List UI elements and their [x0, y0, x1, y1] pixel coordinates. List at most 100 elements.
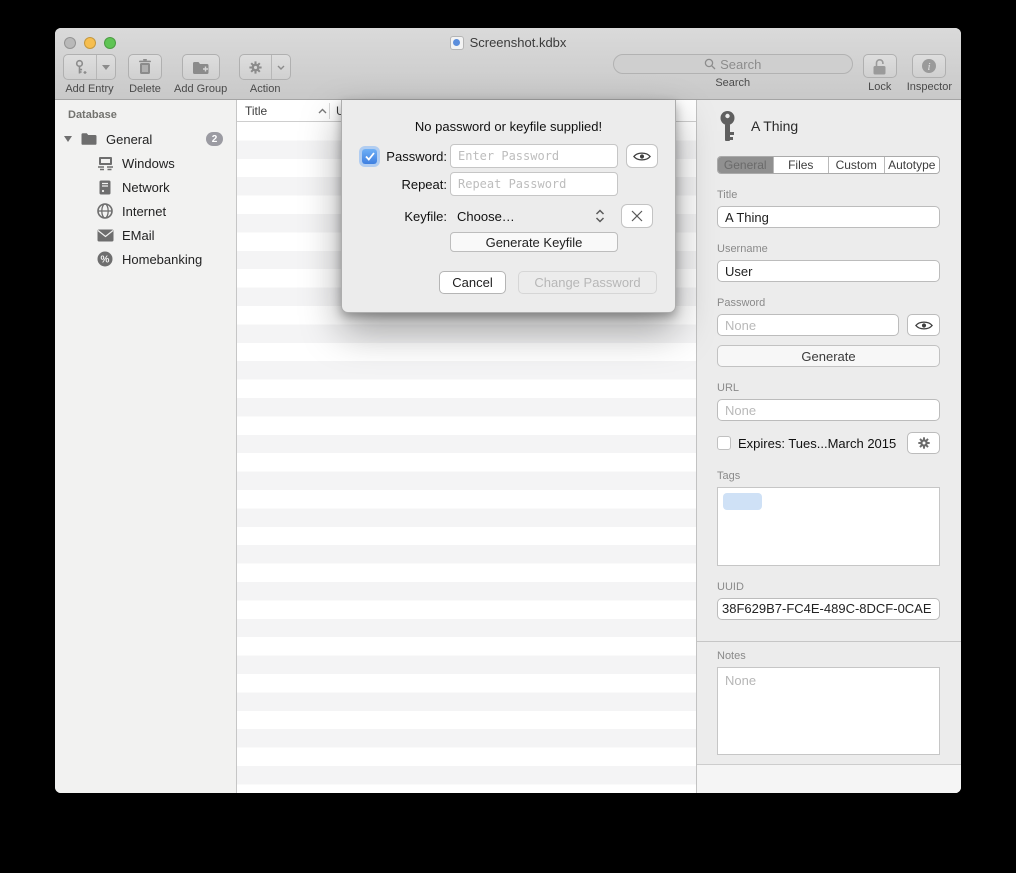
title-field-label: Title: [717, 189, 940, 201]
lock-button[interactable]: [863, 54, 897, 78]
info-icon: i: [921, 58, 937, 74]
notes-field[interactable]: None: [717, 667, 940, 755]
expires-label: Expires: Tues...March 2015: [738, 436, 907, 451]
eye-icon: [915, 320, 933, 331]
enter-password-input[interactable]: [450, 144, 618, 168]
sheet-buttons: Cancel Change Password: [439, 271, 657, 294]
tool-action: Action: [239, 54, 291, 95]
add-group-label: Add Group: [174, 83, 227, 95]
sheet-password-label: Password:: [377, 149, 447, 164]
inspector-button[interactable]: i: [912, 54, 946, 78]
expires-settings-button[interactable]: [907, 432, 940, 454]
url-field[interactable]: [717, 399, 940, 421]
email-envelope-icon: [96, 229, 114, 242]
internet-globe-icon: [96, 203, 114, 219]
sidebar-item-windows[interactable]: Windows: [55, 151, 236, 175]
folder-plus-icon: [192, 60, 210, 75]
tab-custom[interactable]: Custom: [828, 157, 884, 173]
percent-icon: %: [96, 251, 114, 267]
action-chevron-down-icon[interactable]: [271, 55, 290, 79]
sidebar-item-general[interactable]: General 2: [55, 127, 236, 151]
notes-field-label: Notes: [717, 650, 940, 662]
tool-add-entry: Add Entry: [63, 54, 116, 95]
reveal-password-button[interactable]: [907, 314, 940, 336]
group-sidebar: Database General 2 Windows Network: [55, 100, 237, 793]
sidebar-item-label: Windows: [122, 156, 175, 171]
tool-add-group: Add Group: [174, 54, 227, 95]
title-field[interactable]: [717, 206, 940, 228]
sidebar-item-label: EMail: [122, 228, 155, 243]
add-entry-dropdown-icon[interactable]: [96, 55, 115, 79]
tool-inspector: i Inspector: [907, 54, 952, 93]
add-entry-label: Add Entry: [65, 83, 113, 95]
tag-token[interactable]: [723, 493, 762, 510]
tags-field-label: Tags: [717, 470, 940, 482]
sheet-message: No password or keyfile supplied!: [342, 119, 675, 134]
sheet-reveal-password-button[interactable]: [626, 144, 658, 168]
sidebar-item-label: Internet: [122, 204, 166, 219]
password-field-label: Password: [717, 297, 940, 309]
close-x-icon: [631, 210, 643, 222]
clear-keyfile-button[interactable]: [621, 204, 653, 228]
generate-keyfile-button[interactable]: Generate Keyfile: [450, 232, 618, 252]
toolbar-right: Search Search Lock i: [613, 54, 952, 93]
inspector-footer: [697, 764, 961, 793]
inspector-tabs: General Files Custom Autotype: [717, 156, 940, 174]
sidebar-item-email[interactable]: EMail: [55, 223, 236, 247]
tool-lock: Lock: [863, 54, 897, 93]
password-row: [717, 314, 940, 336]
url-field-label: URL: [717, 382, 940, 394]
lock-label: Lock: [868, 81, 891, 93]
action-label: Action: [250, 83, 281, 95]
disclosure-triangle-icon[interactable]: [64, 136, 72, 142]
key-plus-icon[interactable]: [64, 55, 96, 79]
inspector-label: Inspector: [907, 81, 952, 93]
window-title: Screenshot.kdbx: [470, 35, 567, 50]
uuid-field-label: UUID: [717, 581, 940, 593]
stepper-icon[interactable]: [595, 209, 605, 223]
tool-delete: Delete: [128, 54, 162, 95]
add-group-button[interactable]: [182, 54, 220, 80]
uuid-field[interactable]: 38F629B7-FC4E-489C-8DCF-0CAE: [717, 598, 940, 620]
trash-icon: [138, 59, 152, 75]
search-placeholder: Search: [720, 57, 761, 72]
sidebar-item-internet[interactable]: Internet: [55, 199, 236, 223]
keyfile-row: Keyfile: Choose…: [342, 204, 675, 228]
eye-icon: [633, 151, 651, 162]
app-window: Screenshot.kdbx Add Entry: [55, 28, 961, 793]
delete-button[interactable]: [128, 54, 162, 80]
search-label: Search: [715, 77, 750, 89]
password-checkbox[interactable]: [362, 149, 377, 164]
generate-password-button[interactable]: Generate: [717, 345, 940, 367]
sidebar-item-network[interactable]: Network: [55, 175, 236, 199]
desktop-background: Screenshot.kdbx Add Entry: [0, 0, 1016, 873]
column-divider[interactable]: [329, 103, 330, 119]
cancel-button[interactable]: Cancel: [439, 271, 506, 294]
sort-ascending-icon: [318, 108, 327, 114]
search-input[interactable]: Search: [613, 54, 853, 74]
password-field[interactable]: [717, 314, 899, 336]
change-password-button[interactable]: Change Password: [518, 271, 657, 294]
keyfile-popup-button[interactable]: Choose…: [457, 209, 595, 224]
repeat-password-input[interactable]: [450, 172, 618, 196]
inspector-divider: [697, 641, 961, 642]
sidebar-item-homebanking[interactable]: % Homebanking: [55, 247, 236, 271]
change-password-sheet: No password or keyfile supplied! Passwor…: [341, 100, 676, 313]
tab-files[interactable]: Files: [773, 157, 829, 173]
action-button[interactable]: [239, 54, 291, 80]
username-field[interactable]: [717, 260, 940, 282]
folder-icon: [80, 132, 98, 146]
expires-checkbox[interactable]: [717, 436, 731, 450]
search-icon: [704, 58, 716, 70]
tab-general[interactable]: General: [718, 157, 773, 173]
windows-icon: [96, 156, 114, 171]
inspector-panel: A Thing General Files Custom Autotype Ti…: [696, 100, 961, 793]
column-header-title[interactable]: Title: [237, 104, 318, 118]
sidebar-item-label: General: [106, 132, 152, 147]
password-row: Password:: [342, 144, 675, 168]
tags-field[interactable]: [717, 487, 940, 566]
gear-icon: [917, 436, 931, 450]
add-entry-button[interactable]: [63, 54, 116, 80]
gear-icon[interactable]: [240, 55, 271, 79]
tab-autotype[interactable]: Autotype: [884, 157, 940, 173]
